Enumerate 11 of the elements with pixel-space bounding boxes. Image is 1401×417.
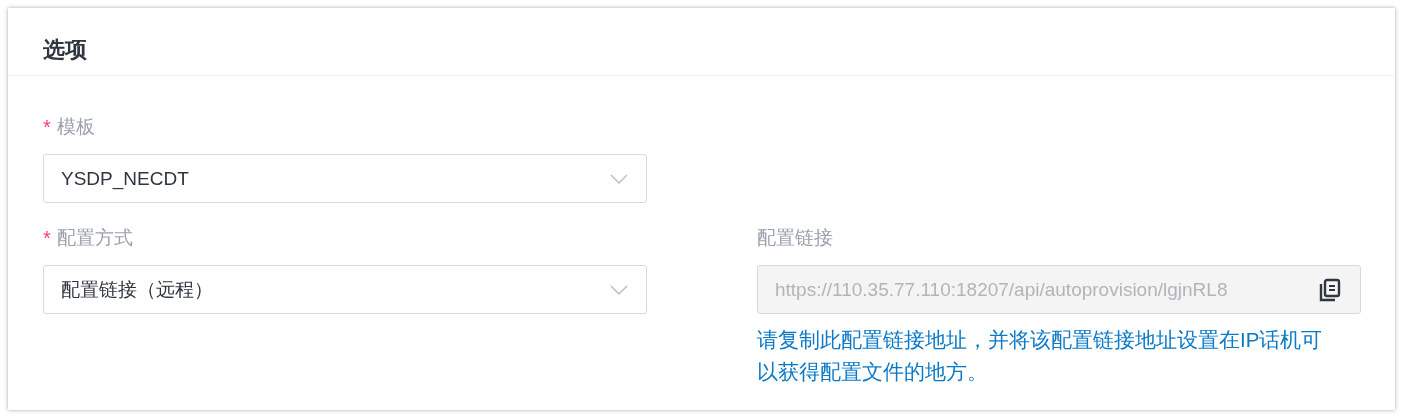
caret-icon: [610, 173, 628, 184]
field-label: 配置方式: [56, 226, 133, 250]
field-label: 模板: [56, 115, 95, 139]
select-field[interactable]: YSDP_NECDT: [43, 154, 647, 203]
section-title: 选项: [43, 35, 87, 64]
field-label: 配置链接: [757, 226, 833, 250]
caret-icon: [610, 284, 628, 295]
required-asterisk: *: [43, 115, 51, 139]
select-field[interactable]: 配置链接（远程）: [43, 265, 647, 314]
hint-text: 请复制此配置链接地址，并将该配置链接地址设置在IP话机可以获得配置文件的地方。: [757, 327, 1324, 385]
required-asterisk: *: [43, 226, 51, 250]
